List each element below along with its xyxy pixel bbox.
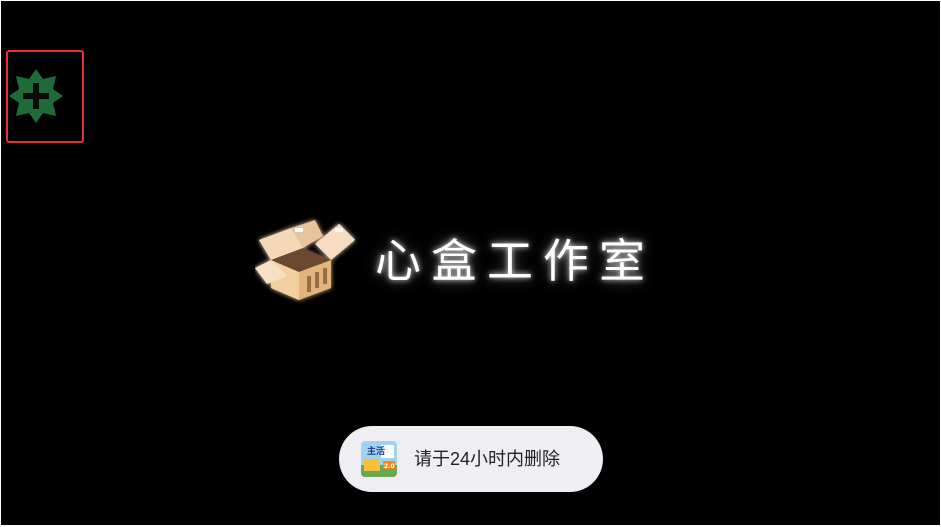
toast-notification: 主活 2.0 请于24小时内删除: [339, 426, 603, 492]
app-icon: 主活 2.0: [361, 441, 397, 477]
pixel-box-icon: [255, 220, 355, 300]
app-icon-text: 主活: [367, 445, 385, 457]
studio-logo: 心盒工作室: [255, 215, 695, 305]
add-button[interactable]: [7, 67, 65, 125]
game-splash-screen: 心盒工作室 主活 2.0 请于24小时内删除: [1, 1, 940, 525]
plus-icon: [9, 69, 63, 123]
app-icon-version: 2.0: [384, 463, 395, 470]
studio-name: 心盒工作室: [375, 234, 655, 288]
toast-message: 请于24小时内删除: [414, 449, 561, 469]
